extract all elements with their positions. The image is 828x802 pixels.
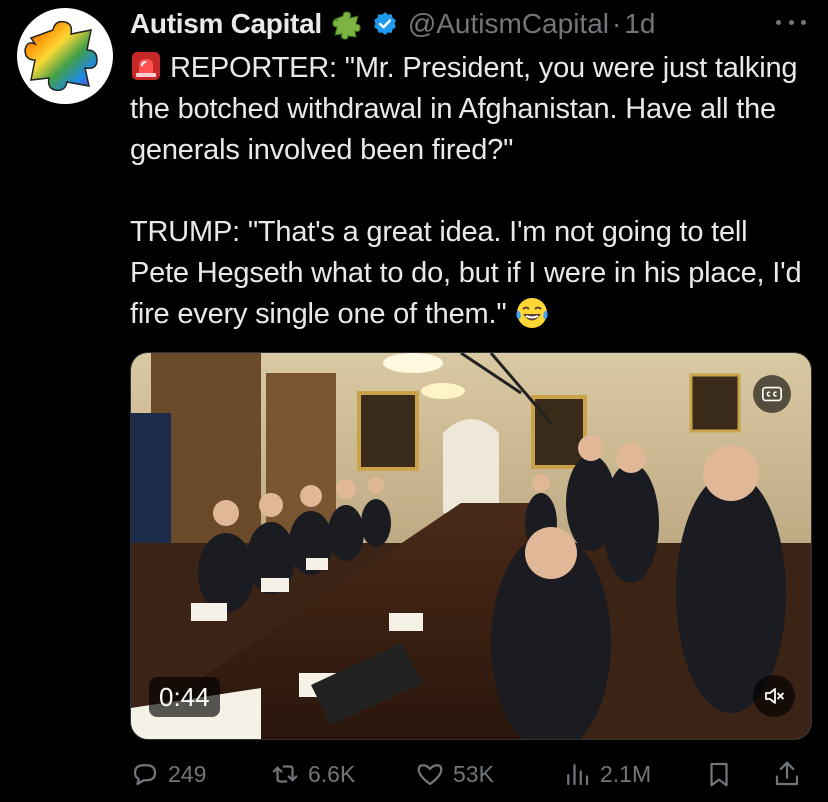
- tweet-header: Autism Capital @AutismCapital · 1d: [130, 6, 655, 42]
- views-button[interactable]: 2.1M: [562, 759, 651, 789]
- siren-icon: [132, 52, 160, 80]
- muted-speaker-icon: [765, 688, 784, 704]
- repost-button[interactable]: 6.6K: [270, 759, 355, 789]
- more-dot: [801, 19, 806, 25]
- rainbow-puzzle-avatar: [24, 20, 98, 92]
- like-button[interactable]: 53K: [415, 759, 494, 789]
- more-dot: [788, 19, 794, 25]
- repost-count: 6.6K: [308, 760, 356, 787]
- tweet-paragraph-2: TRUMP: "That's a great idea. I'm not goi…: [130, 216, 802, 330]
- video-duration: 0:44: [149, 677, 220, 717]
- views-icon: [567, 764, 589, 786]
- share-button[interactable]: [772, 759, 802, 789]
- laughing-tears-icon: [516, 298, 549, 328]
- display-name[interactable]: Autism Capital: [130, 8, 322, 40]
- video-player[interactable]: 0:44: [130, 352, 812, 740]
- separator-dot: ·: [611, 8, 622, 39]
- post-time[interactable]: 1d: [624, 8, 655, 40]
- tweet-text: REPORTER: "Mr. President, you were just …: [130, 48, 810, 335]
- repost-icon: [272, 765, 298, 783]
- verified-badge-icon: [373, 12, 396, 36]
- more-options-button[interactable]: [776, 10, 806, 34]
- video-frame: [131, 353, 811, 739]
- heart-icon: [417, 764, 443, 786]
- bookmark-icon: [710, 762, 728, 787]
- reply-count: 249: [168, 760, 207, 787]
- avatar[interactable]: [17, 8, 113, 104]
- like-count: 53K: [453, 760, 494, 787]
- more-dot: [776, 19, 781, 25]
- mute-toggle-button[interactable]: [753, 675, 795, 717]
- bookmark-button[interactable]: [704, 759, 734, 789]
- author-handle[interactable]: @AutismCapital: [408, 8, 609, 40]
- action-bar: 249 6.6K 53K 2.1M: [130, 752, 810, 796]
- cc-icon: [762, 386, 782, 402]
- view-count: 2.1M: [600, 760, 652, 787]
- puzzle-piece-icon: [332, 11, 361, 40]
- reply-icon: [133, 764, 157, 786]
- reply-button[interactable]: 249: [130, 759, 206, 789]
- tweet-paragraph-1: REPORTER: "Mr. President, you were just …: [130, 52, 798, 166]
- share-icon: [775, 761, 799, 786]
- captions-button[interactable]: [753, 375, 791, 413]
